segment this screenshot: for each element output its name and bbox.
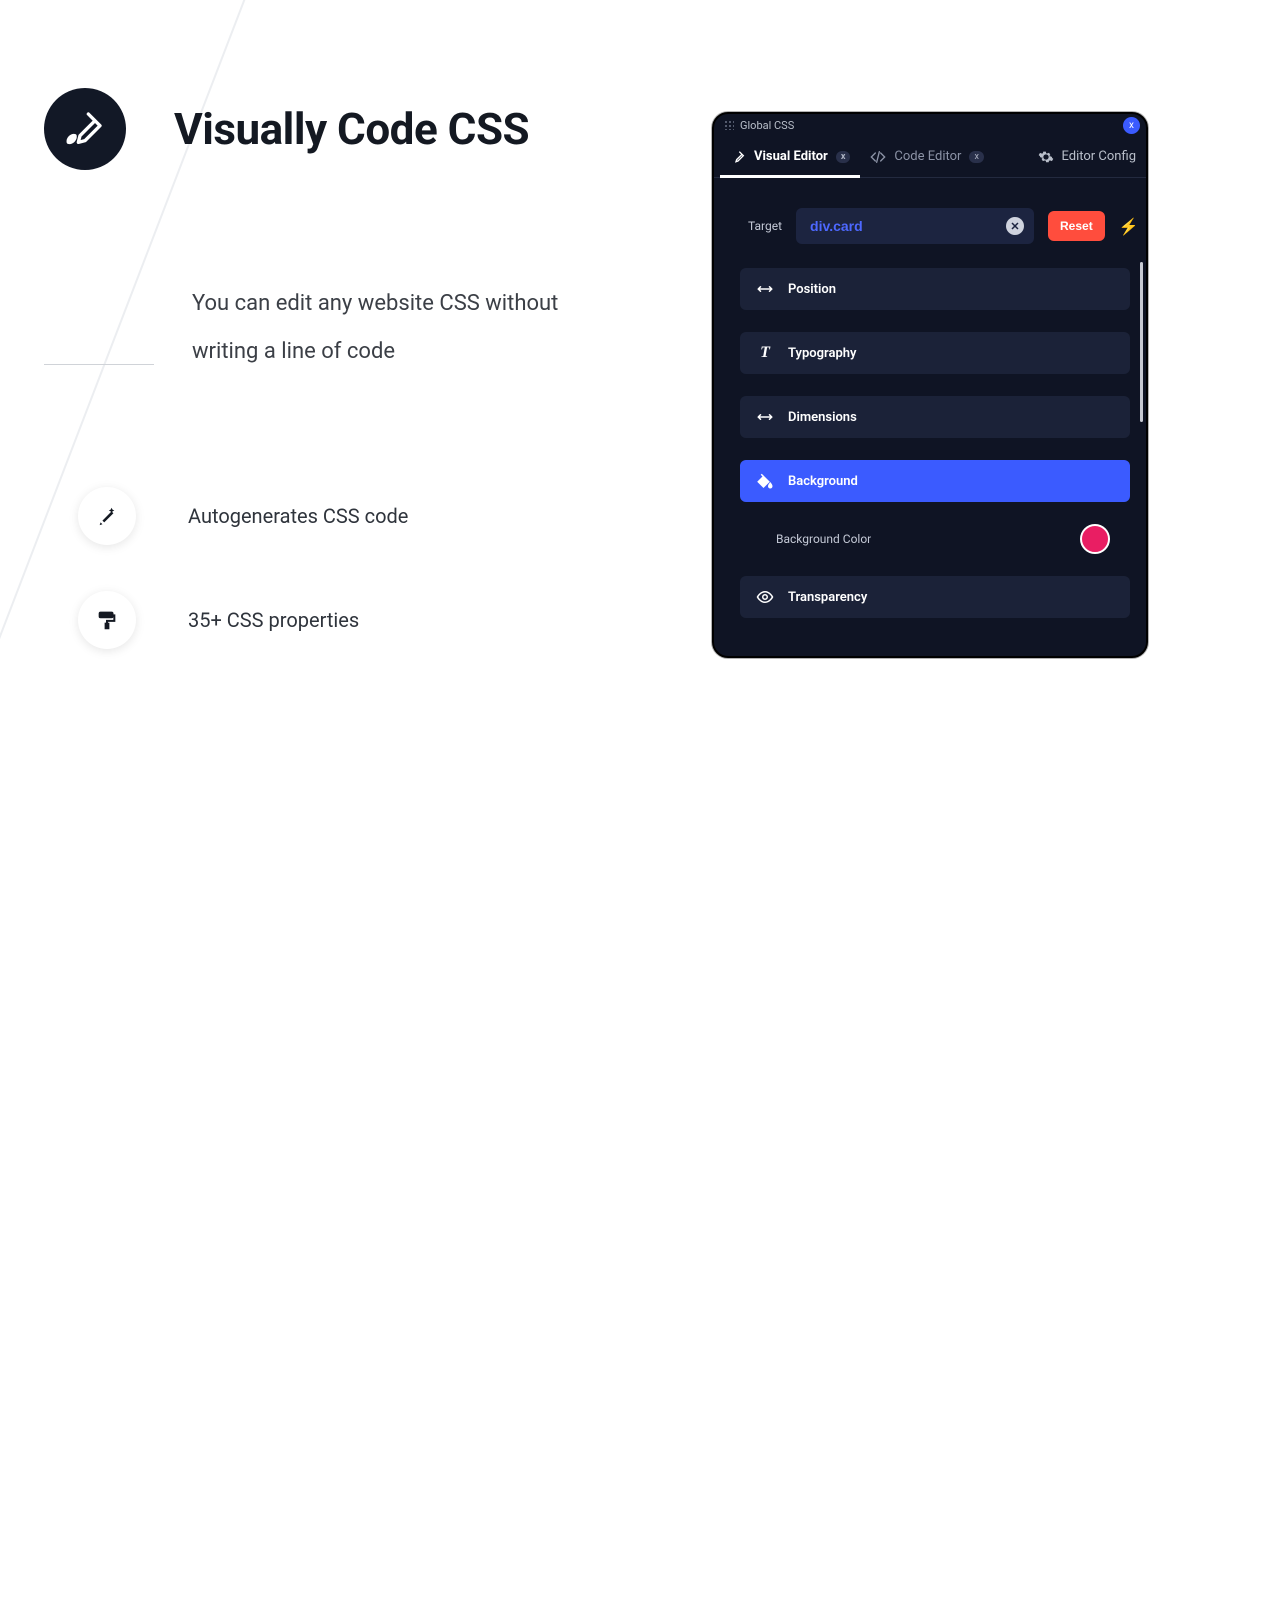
arrows-horizontal-icon xyxy=(756,408,774,426)
background-color-row: Background Color xyxy=(740,524,1130,554)
panel-tabs: Visual Editor x Code Editor x Editor Con… xyxy=(714,136,1146,178)
panel-title: Global CSS xyxy=(740,119,794,132)
clear-icon: ✕ xyxy=(1010,220,1019,233)
code-icon xyxy=(870,149,886,165)
feature-autogenerate: Autogenerates CSS code xyxy=(78,487,604,545)
feature-label: 35+ CSS properties xyxy=(188,608,359,632)
marketing-column: Visually Code CSS You can edit any websi… xyxy=(44,88,604,649)
section-label: Position xyxy=(788,282,836,297)
section-label: Typography xyxy=(788,346,857,361)
panel-titlebar[interactable]: Global CSS x xyxy=(714,114,1146,136)
section-label: Dimensions xyxy=(788,410,857,425)
tab-label: Visual Editor xyxy=(754,149,828,164)
tab-visual-editor[interactable]: Visual Editor x xyxy=(724,136,856,177)
typography-icon: T xyxy=(756,344,774,362)
feature-label: Autogenerates CSS code xyxy=(188,504,408,528)
target-row: Target ✕ Reset ⚡ xyxy=(714,178,1146,262)
arrows-horizontal-icon xyxy=(756,280,774,298)
section-dimensions[interactable]: Dimensions xyxy=(740,396,1130,438)
section-transparency[interactable]: Transparency xyxy=(740,576,1130,618)
target-label: Target xyxy=(748,219,782,233)
wand-icon xyxy=(78,487,136,545)
section-label: Transparency xyxy=(788,590,867,605)
target-selector-input[interactable] xyxy=(810,218,1006,234)
section-position[interactable]: Position xyxy=(740,268,1130,310)
reset-button[interactable]: Reset xyxy=(1048,211,1105,241)
feature-properties: 35+ CSS properties xyxy=(78,591,604,649)
roller-icon xyxy=(78,591,136,649)
tab-editor-config[interactable]: Editor Config xyxy=(1038,149,1137,165)
close-icon: x xyxy=(1129,120,1134,131)
brush-icon xyxy=(730,149,746,165)
section-background[interactable]: Background xyxy=(740,460,1130,502)
tab-badge: x xyxy=(969,151,983,163)
section-typography[interactable]: T Typography xyxy=(740,332,1130,374)
brush-icon xyxy=(44,88,126,170)
sections-scroll[interactable]: Position T Typography Dimensions Backgro… xyxy=(714,262,1146,632)
panel-close-button[interactable]: x xyxy=(1123,117,1140,134)
drag-handle-icon[interactable] xyxy=(724,120,734,130)
background-color-label: Background Color xyxy=(776,532,871,546)
hero-subtitle: You can edit any website CSS without wri… xyxy=(192,280,604,377)
tab-label: Code Editor xyxy=(894,149,961,164)
background-color-swatch[interactable] xyxy=(1080,524,1110,554)
paint-bucket-icon xyxy=(756,472,774,490)
gear-icon xyxy=(1038,149,1054,165)
tab-badge: x xyxy=(836,151,851,163)
editor-panel: Global CSS x Visual Editor x Code Editor… xyxy=(712,112,1148,658)
tab-label: Editor Config xyxy=(1062,149,1137,164)
scrollbar-thumb[interactable] xyxy=(1140,262,1143,422)
target-input-wrap[interactable]: ✕ xyxy=(796,208,1034,244)
tab-code-editor[interactable]: Code Editor x xyxy=(864,136,990,177)
hero-title: Visually Code CSS xyxy=(174,103,529,155)
eye-icon xyxy=(756,588,774,606)
bolt-icon[interactable]: ⚡ xyxy=(1119,217,1139,236)
section-label: Background xyxy=(788,474,858,489)
clear-target-button[interactable]: ✕ xyxy=(1006,217,1024,235)
divider-line xyxy=(44,364,154,365)
